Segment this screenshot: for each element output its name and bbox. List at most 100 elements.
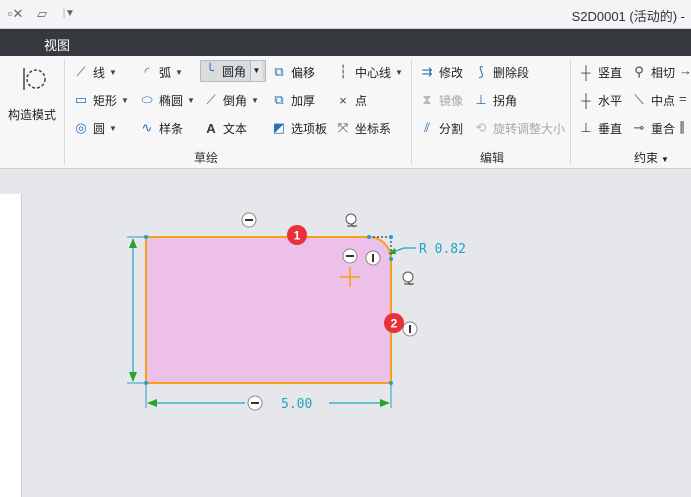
line-icon: ⟋ <box>76 64 86 79</box>
divide-button[interactable]: ⫽ 分割 <box>418 117 463 139</box>
tangent-constraint-icon[interactable] <box>402 271 414 286</box>
vertex-point[interactable] <box>144 381 148 385</box>
mirror-button[interactable]: ⧗ 镜像 <box>418 89 463 111</box>
group-label-constrain[interactable]: 约束 ▼ <box>634 149 669 166</box>
vertex-point[interactable] <box>144 235 148 239</box>
vertex-point[interactable] <box>389 235 393 239</box>
width-dimension[interactable]: 5.00 <box>145 385 392 412</box>
centerline-button[interactable]: ┆ 中心线 ▼ <box>334 61 403 83</box>
midpoint-constraint-button[interactable]: ⟍ 中点 <box>630 89 675 111</box>
arrow-down-icon <box>129 372 137 382</box>
text-button[interactable]: A 文本 <box>202 117 247 139</box>
construct-mode-icon <box>23 68 46 90</box>
tangent-constraint-button[interactable]: ⚲ 相切 <box>630 61 675 83</box>
rectangle-button[interactable]: ▭ 矩形 ▼ <box>72 89 129 111</box>
delete-segment-button[interactable]: ⟆ 删除段 <box>472 61 529 83</box>
coincident-constraint-button[interactable]: ⊸ 重合 <box>630 117 675 139</box>
vertical-constraint-icon[interactable] <box>402 321 418 337</box>
parallel-constraint-icon[interactable]: ∥ <box>679 119 686 135</box>
quick-access-dropdown-icon[interactable]: ▼ <box>62 6 78 22</box>
ellipse-button[interactable]: ⬭ 椭圆 ▼ <box>138 89 195 111</box>
symmetric-constraint-icon[interactable]: → <box>679 63 691 78</box>
svg-text:1: 1 <box>294 229 301 243</box>
tab-view[interactable]: 视图 <box>44 35 70 54</box>
ellipse-icon: ⬭ <box>141 92 153 107</box>
tangent-constraint-icon[interactable] <box>345 213 357 228</box>
equal-constraint-icon[interactable]: = <box>679 91 687 106</box>
fillet-icon: ╰ <box>206 63 214 78</box>
coincident-constraint-icon: ⊸ <box>633 120 645 135</box>
graphics-area[interactable]: R 0.82 5.00 1 2 <box>23 170 691 497</box>
rotate-resize-button[interactable]: ⟲ 旋转调整大小 <box>472 117 565 139</box>
perpendicular-constraint-button[interactable]: ⊥ 垂直 <box>577 117 622 139</box>
spline-icon: ∿ <box>141 120 153 135</box>
chevron-down-icon[interactable]: ▼ <box>251 96 259 105</box>
chevron-down-icon[interactable]: ▼ <box>109 68 117 77</box>
construct-mode-button[interactable]: 构造模式 <box>4 60 60 124</box>
construct-mode-label: 构造模式 <box>8 108 57 122</box>
horizontal-constraint-button[interactable]: ┼ 水平 <box>577 89 622 111</box>
offset-icon: ⧉ <box>274 64 284 79</box>
close-window-icon[interactable]: ✕ <box>10 6 26 22</box>
chevron-down-icon[interactable]: ▼ <box>250 61 263 81</box>
thicken-icon: ⧉ <box>274 92 284 107</box>
arc-button[interactable]: ◜ 弧 ▼ <box>138 61 183 83</box>
rotate-resize-icon: ⟲ <box>475 120 487 135</box>
line-button[interactable]: ⟋ 线 ▼ <box>72 61 117 83</box>
horizontal-constraint-icon[interactable] <box>342 248 358 264</box>
chevron-down-icon[interactable]: ▼ <box>109 124 117 133</box>
chevron-down-icon[interactable]: ▼ <box>175 68 183 77</box>
circle-icon: ◎ <box>75 120 87 135</box>
chamfer-button[interactable]: ⟋ 倒角 ▼ <box>202 89 259 111</box>
text-icon: A <box>206 120 216 136</box>
fillet-button[interactable]: ╰ 圆角 ▼ <box>200 60 266 82</box>
corner-icon: ⊥ <box>475 92 487 107</box>
rectangle-icon: ▭ <box>74 92 88 107</box>
vertical-constraint-icon[interactable] <box>365 250 381 266</box>
tangent-constraint-icon: ⚲ <box>634 64 644 79</box>
vertical-constraint-button[interactable]: ┼ 竖直 <box>577 61 622 83</box>
model-tree-panel[interactable] <box>0 170 22 497</box>
palette-button[interactable]: ◩ 选项板 <box>270 117 327 139</box>
thicken-button[interactable]: ⧉ 加厚 <box>270 89 315 111</box>
height-dimension[interactable] <box>127 236 144 384</box>
arrow-right-icon <box>380 399 390 407</box>
arc-icon: ◜ <box>144 64 150 79</box>
svg-text:2: 2 <box>391 317 398 331</box>
arrow-up-icon <box>129 238 137 248</box>
width-dimension-label: 5.00 <box>281 397 312 412</box>
model-tree-header <box>0 170 22 194</box>
coordinate-system-button[interactable]: ⤧ 坐标系 <box>334 117 391 139</box>
modify-button[interactable]: ⇉ 修改 <box>418 61 463 83</box>
window-switch-icon[interactable]: ▱ <box>34 6 50 22</box>
horizontal-constraint-icon: ┼ <box>581 92 591 108</box>
vertex-point[interactable] <box>389 257 393 261</box>
corner-button[interactable]: ⊥ 拐角 <box>472 89 517 111</box>
ribbon: 构造模式 ⟋ 线 ▼ ▭ 矩形 ▼ ◎ 圆 ▼ ◜ 弧 ▼ ⬭ 椭圆 ▼ ∿ 样条 ╰ 圆角 ▼ ⟋ 倒角 ▼… <box>0 56 691 169</box>
point-button[interactable]: × 点 <box>334 89 367 111</box>
radius-dimension[interactable]: R 0.82 <box>388 242 466 257</box>
divide-icon: ⫽ <box>424 120 430 135</box>
vertex-point[interactable] <box>389 381 393 385</box>
centerline-icon: ┆ <box>339 64 347 79</box>
callout-marker-2: 2 <box>384 313 404 333</box>
vertical-constraint-icon: ┼ <box>581 64 591 80</box>
point-icon: × <box>339 92 347 108</box>
modify-icon: ⇉ <box>421 64 433 79</box>
vertex-point[interactable] <box>367 235 371 239</box>
offset-button[interactable]: ⧉ 偏移 <box>270 61 315 83</box>
horizontal-constraint-icon[interactable] <box>247 395 263 411</box>
chevron-down-icon[interactable]: ▼ <box>187 96 195 105</box>
chevron-down-icon[interactable]: ▼ <box>395 68 403 77</box>
ribbon-separator <box>411 60 412 164</box>
circle-button[interactable]: ◎ 圆 ▼ <box>72 117 117 139</box>
midpoint-constraint-icon: ⟍ <box>634 92 644 107</box>
title-bar: ▫ ✕ ▱ | ▼ S2D0001 (活动的) - <box>0 0 691 29</box>
spline-button[interactable]: ∿ 样条 <box>138 117 183 139</box>
chevron-down-icon[interactable]: ▼ <box>121 96 129 105</box>
perpendicular-constraint-icon: ⊥ <box>580 120 592 135</box>
horizontal-constraint-icon[interactable] <box>241 212 257 228</box>
chevron-down-icon: ▼ <box>661 155 669 164</box>
palette-icon: ◩ <box>272 120 286 135</box>
ribbon-separator <box>570 60 571 164</box>
